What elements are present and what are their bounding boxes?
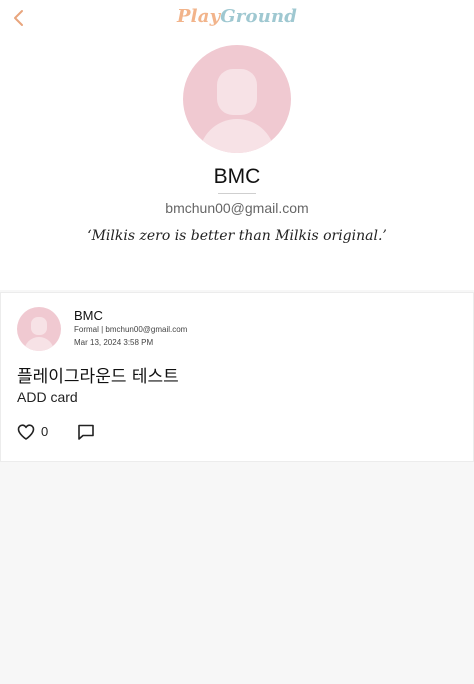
profile-avatar: [183, 45, 291, 153]
avatar-body-shape: [24, 337, 54, 351]
post-author-name: BMC: [74, 308, 103, 323]
logo-ground-text: Ground: [220, 6, 298, 27]
avatar-head-shape: [31, 317, 47, 335]
like-count: 0: [41, 424, 49, 439]
avatar-body-shape: [199, 119, 275, 153]
post-meta: Formal | bmchun00@gmail.com: [74, 325, 188, 334]
post-author-avatar[interactable]: [17, 307, 61, 351]
profile-section: PlayGround BMC bmchun00@gmail.com ‘Milki…: [0, 0, 474, 290]
like-button[interactable]: [17, 424, 35, 440]
app-logo: PlayGround: [0, 6, 474, 27]
comment-button[interactable]: [77, 423, 95, 441]
avatar-head-shape: [217, 69, 257, 115]
post-body: ADD card: [17, 389, 78, 405]
name-divider: [218, 193, 256, 194]
logo-play-text: Play: [176, 6, 221, 27]
heart-icon[interactable]: [17, 424, 35, 440]
profile-quote: ‘Milkis zero is better than Milkis origi…: [87, 228, 387, 244]
post-date: Mar 13, 2024 3:58 PM: [74, 338, 154, 347]
post-card[interactable]: BMC Formal | bmchun00@gmail.com Mar 13, …: [0, 292, 474, 462]
profile-email: bmchun00@gmail.com: [165, 200, 309, 216]
profile-name: BMC: [213, 165, 261, 188]
post-title: 플레이그라운드 테스트: [17, 367, 179, 387]
comment-icon[interactable]: [77, 423, 95, 441]
